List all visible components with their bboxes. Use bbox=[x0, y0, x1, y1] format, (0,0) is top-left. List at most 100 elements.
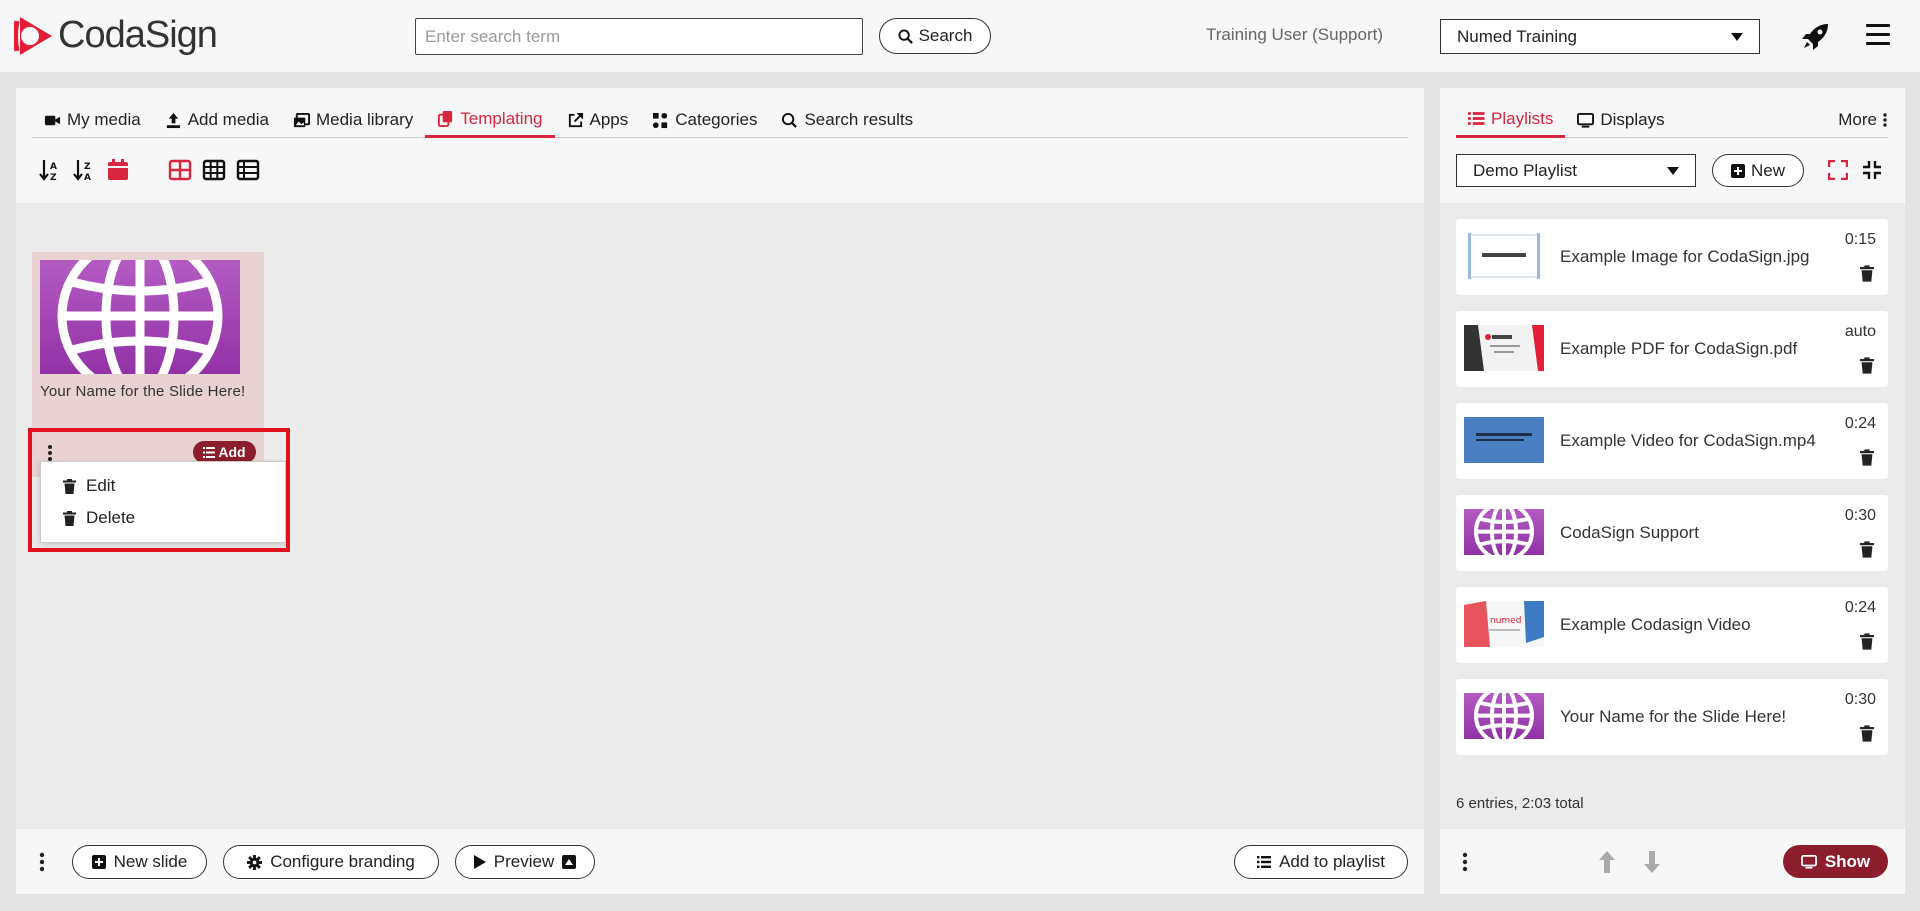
tab-label: Displays bbox=[1600, 110, 1665, 129]
plus-square-icon bbox=[91, 855, 106, 869]
compress-icon[interactable] bbox=[1862, 160, 1882, 180]
tab-my-media[interactable]: My media bbox=[32, 102, 153, 138]
playlist-item[interactable]: numed Example Codasign Video 0:24 bbox=[1456, 587, 1888, 663]
user-label: Training User (Support) bbox=[1206, 25, 1383, 44]
card-title: Your Name for the Slide Here! bbox=[40, 383, 246, 400]
kebab-menu-icon[interactable] bbox=[39, 851, 45, 873]
add-to-playlist-button[interactable]: Add to playlist bbox=[1234, 845, 1408, 879]
playlist-item[interactable]: Your Name for the Slide Here! 0:30 bbox=[1456, 679, 1888, 755]
playlist-item[interactable]: Example PDF for CodaSign.pdf auto bbox=[1456, 311, 1888, 387]
monitor-icon bbox=[1800, 854, 1817, 869]
item-duration: 0:30 bbox=[1844, 691, 1876, 708]
item-name: Example Image for CodaSign.jpg bbox=[1560, 247, 1810, 266]
add-to-playlist-label: Add to playlist bbox=[1279, 852, 1385, 871]
trash-icon[interactable] bbox=[1860, 541, 1874, 558]
plus-square-icon bbox=[1730, 163, 1745, 178]
kebab-menu-icon bbox=[1883, 113, 1887, 127]
tab-playlists[interactable]: Playlists bbox=[1456, 102, 1566, 138]
gear-icon bbox=[247, 854, 263, 870]
tab-media-library[interactable]: Media library bbox=[281, 102, 425, 138]
preview-label: Preview bbox=[493, 852, 555, 871]
trash-icon[interactable] bbox=[1860, 357, 1874, 374]
playlist-item[interactable]: Example Image for CodaSign.jpg 0:15 bbox=[1456, 219, 1888, 295]
codasign-logo-icon bbox=[14, 16, 52, 55]
new-slide-button[interactable]: New slide bbox=[72, 845, 207, 879]
hamburger-menu-icon[interactable] bbox=[1866, 24, 1892, 48]
svg-text:A: A bbox=[50, 162, 57, 172]
svg-text:Z: Z bbox=[84, 162, 91, 172]
item-thumbnail bbox=[1464, 233, 1544, 279]
caret-down-icon bbox=[1731, 32, 1743, 41]
account-select[interactable]: Numed Training bbox=[1440, 19, 1760, 54]
tab-label: Add media bbox=[187, 110, 269, 129]
rocket-icon[interactable] bbox=[1800, 20, 1832, 52]
caret-down-icon bbox=[1667, 166, 1679, 175]
trash-icon[interactable] bbox=[1860, 633, 1874, 650]
play-icon bbox=[473, 855, 486, 869]
item-name: Example PDF for CodaSign.pdf bbox=[1560, 339, 1798, 358]
image-thumbnail-icon bbox=[1464, 233, 1544, 279]
configure-branding-button[interactable]: Configure branding bbox=[223, 845, 439, 879]
item-thumbnail bbox=[1464, 325, 1544, 371]
new-playlist-button[interactable]: New bbox=[1712, 154, 1804, 187]
playlist-panel: Playlists Displays More Demo Playlist Ne… bbox=[1440, 88, 1905, 894]
list-icon bbox=[1257, 856, 1272, 868]
tab-label: Templating bbox=[460, 108, 543, 128]
search-input[interactable] bbox=[415, 18, 863, 55]
tab-label: Categories bbox=[675, 110, 758, 129]
item-name: Your Name for the Slide Here! bbox=[1560, 707, 1787, 726]
arrow-down-icon[interactable] bbox=[1643, 850, 1661, 874]
tab-categories[interactable]: Categories bbox=[640, 102, 769, 138]
sort-alpha-asc-icon[interactable]: AZ bbox=[38, 158, 62, 182]
svg-text:Z: Z bbox=[50, 173, 57, 182]
kebab-menu-icon[interactable] bbox=[1462, 851, 1468, 873]
tab-label: Media library bbox=[315, 110, 414, 129]
arrow-up-icon[interactable] bbox=[1598, 850, 1616, 874]
trash-icon[interactable] bbox=[1860, 265, 1874, 282]
media-panel: My media Add media Media library Templat… bbox=[16, 88, 1424, 894]
logo-text: CodaSign bbox=[58, 14, 218, 56]
expand-icon[interactable] bbox=[1828, 160, 1848, 180]
item-duration: 0:24 bbox=[1844, 599, 1876, 616]
grid-small-icon[interactable] bbox=[202, 158, 226, 182]
codasign-logo[interactable]: CodaSign bbox=[14, 14, 218, 57]
item-name: CodaSign Support bbox=[1560, 523, 1699, 542]
show-button-label: Show bbox=[1824, 851, 1871, 871]
trash-icon[interactable] bbox=[1860, 449, 1874, 466]
playlist-item[interactable]: CodaSign Support 0:30 bbox=[1456, 495, 1888, 571]
tab-add-media[interactable]: Add media bbox=[153, 102, 281, 138]
tab-templating[interactable]: Templating bbox=[425, 102, 555, 138]
more-menu-button[interactable]: More bbox=[1838, 110, 1887, 130]
show-button[interactable]: Show bbox=[1783, 845, 1888, 878]
search-button-label: Search bbox=[918, 26, 973, 45]
tab-search-results[interactable]: Search results bbox=[769, 102, 925, 138]
grid-large-icon[interactable] bbox=[168, 158, 192, 182]
preview-button[interactable]: Preview bbox=[455, 845, 595, 879]
playlist-select[interactable]: Demo Playlist bbox=[1456, 154, 1696, 187]
external-link-icon bbox=[568, 112, 583, 127]
tab-apps[interactable]: Apps bbox=[555, 102, 641, 138]
playlist-item[interactable]: Example Video for CodaSign.mp4 0:24 bbox=[1456, 403, 1888, 479]
globe-icon bbox=[1474, 693, 1534, 739]
highlight-annotation bbox=[28, 428, 290, 552]
trash-icon[interactable] bbox=[1860, 725, 1874, 742]
video-icon bbox=[44, 115, 61, 125]
view-options: AZ ZA bbox=[38, 158, 270, 182]
playlist-select-value: Demo Playlist bbox=[1473, 160, 1577, 180]
list-view-icon[interactable] bbox=[236, 158, 260, 182]
tab-displays[interactable]: Displays bbox=[1565, 102, 1676, 138]
categories-icon bbox=[653, 112, 668, 128]
tab-label: Search results bbox=[804, 110, 914, 129]
item-duration: auto bbox=[1844, 323, 1876, 340]
numed-thumbnail-icon: numed bbox=[1464, 601, 1544, 647]
item-thumbnail bbox=[1464, 417, 1544, 463]
sort-alpha-desc-icon[interactable]: ZA bbox=[72, 158, 96, 182]
item-thumbnail bbox=[1464, 693, 1544, 739]
media-tabs: My media Add media Media library Templat… bbox=[32, 102, 1408, 138]
item-name: Example Codasign Video bbox=[1560, 615, 1751, 634]
video-thumbnail-icon bbox=[1464, 417, 1544, 463]
search-icon bbox=[898, 28, 913, 44]
sort-date-icon[interactable] bbox=[106, 158, 130, 182]
search-button[interactable]: Search bbox=[879, 18, 991, 54]
item-duration: 0:24 bbox=[1844, 415, 1876, 432]
